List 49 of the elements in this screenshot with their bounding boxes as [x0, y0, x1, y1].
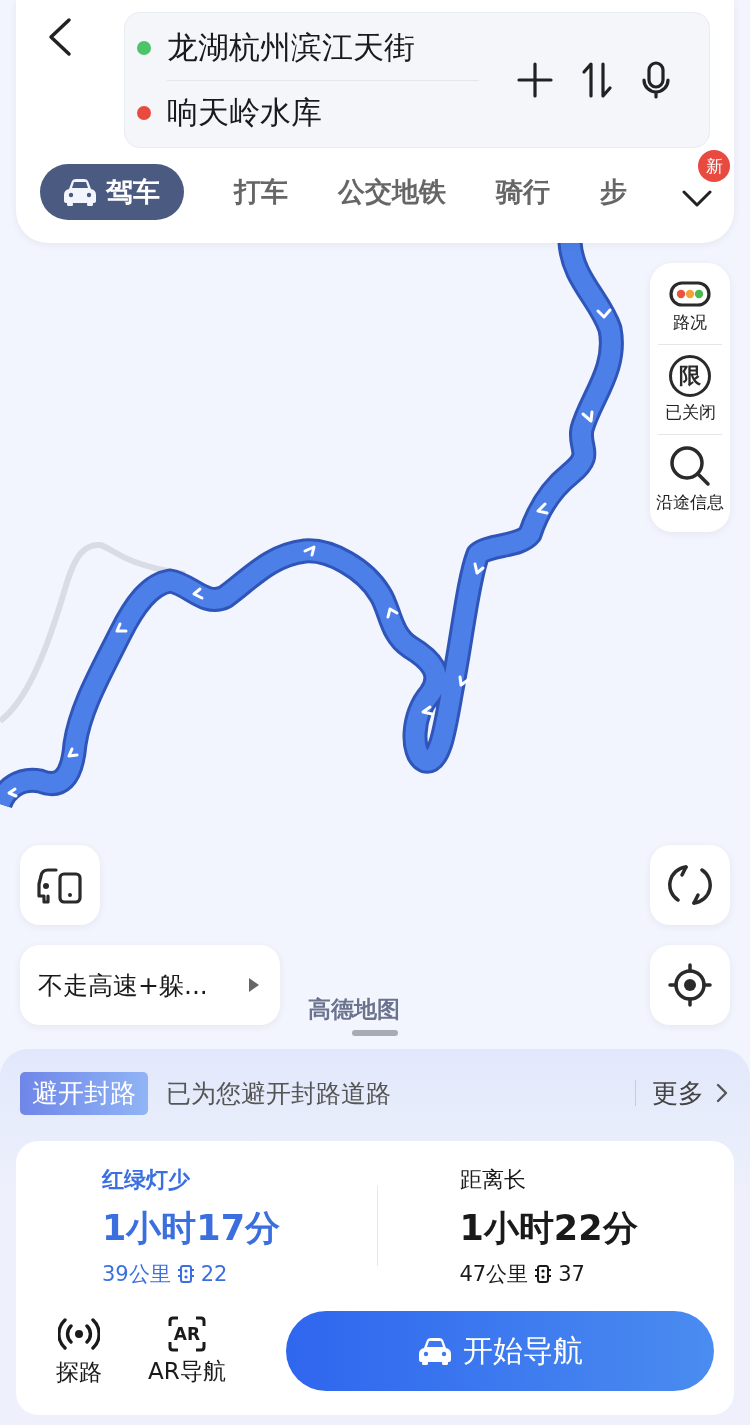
traffic-light-icon [176, 1263, 195, 1284]
swap-icon[interactable] [581, 62, 613, 98]
car-icon [62, 177, 98, 207]
map-view[interactable]: 路况 限 已关闭 沿途信息 不走高速+躲... 高德地图 [0, 242, 750, 1049]
chevron-right-icon [716, 1083, 728, 1103]
locate-icon [668, 963, 712, 1007]
traffic-light-count: 22 [200, 1261, 228, 1286]
route-label: 距离长 [459, 1165, 527, 1194]
car-phone-button[interactable] [20, 845, 100, 925]
microphone-icon[interactable] [641, 61, 671, 99]
route-duration: 1小时22分 [459, 1206, 639, 1250]
triangle-right-icon [248, 977, 260, 993]
map-logo: 高德地图 [308, 995, 400, 1024]
mode-tab[interactable]: 步 [576, 164, 651, 220]
route-option[interactable]: 红绿灯少 1小时17分 39公里 22 [16, 1164, 377, 1288]
chevron-down-icon[interactable] [682, 190, 712, 208]
search-icon[interactable] [669, 445, 711, 487]
route-distance: 47公里 [459, 1260, 529, 1288]
mode-tab[interactable]: 驾车 [40, 164, 184, 220]
restriction-icon[interactable]: 限 [669, 355, 711, 397]
mode-tab[interactable]: 骑行 [472, 164, 574, 220]
route-duration: 1小时17分 [102, 1206, 282, 1250]
route-option[interactable]: 距离长 1小时22分 47公里 37 [377, 1164, 734, 1288]
destination-field[interactable]: 响天岭水库 [167, 91, 322, 134]
traffic-label[interactable]: 路况 [673, 311, 707, 334]
route-preference-button[interactable]: 不走高速+躲... [20, 945, 280, 1025]
locate-button[interactable] [650, 945, 730, 1025]
car-icon [417, 1336, 453, 1366]
notice-text: 已为您避开封路道路 [166, 1077, 392, 1110]
restriction-label[interactable]: 已关闭 [664, 401, 716, 424]
traffic-light-icon[interactable] [669, 281, 711, 307]
route-distance: 39公里 [102, 1260, 171, 1288]
refresh-icon [668, 863, 712, 907]
along-route-label[interactable]: 沿途信息 [656, 491, 724, 514]
notice-tag: 避开封路 [20, 1071, 148, 1115]
more-link[interactable]: 更多 [652, 1075, 734, 1111]
drag-handle[interactable] [352, 1030, 398, 1036]
start-navigation-button[interactable]: 开始导航 [286, 1311, 714, 1391]
add-icon[interactable] [517, 62, 553, 98]
traffic-light-count: 37 [558, 1261, 585, 1286]
route-label: 红绿灯少 [102, 1165, 191, 1194]
traffic-light-icon [534, 1263, 553, 1284]
action-button[interactable]: AR AR导航 [148, 1315, 226, 1387]
refresh-button[interactable] [650, 845, 730, 925]
origin-field[interactable]: 龙湖杭州滨江天街 [167, 26, 415, 69]
action-button[interactable]: 探路 [56, 1314, 102, 1388]
new-badge: 新 [698, 150, 730, 182]
mode-tab[interactable]: 打车 [210, 164, 312, 220]
mode-tab[interactable]: 公交地铁 [314, 164, 470, 220]
